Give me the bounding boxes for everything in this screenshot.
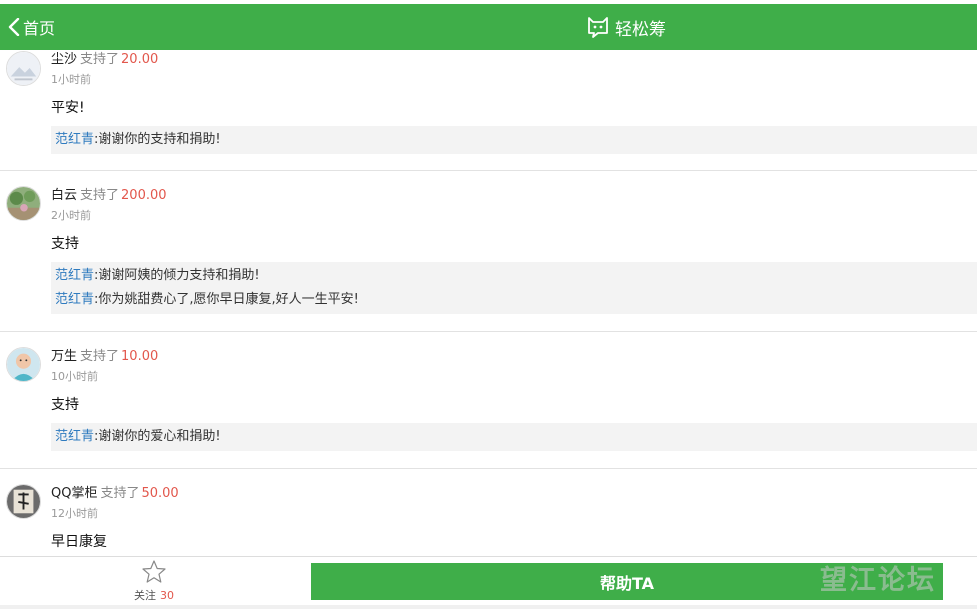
reply-author[interactable]: 范红青 bbox=[55, 268, 94, 283]
support-entry: 万生 支持了 10.00 10小时前 支持 范红青:谢谢你的爱心和捐助! bbox=[0, 332, 977, 469]
supporter-line: 万生 支持了 10.00 bbox=[51, 345, 158, 364]
support-message: 支持 bbox=[51, 236, 79, 252]
baby-avatar-image bbox=[7, 348, 40, 381]
reply-author[interactable]: 范红青 bbox=[55, 292, 94, 307]
brand-name: 轻松筹 bbox=[615, 19, 666, 40]
avatar[interactable] bbox=[6, 347, 41, 382]
support-amount: 10.00 bbox=[121, 349, 159, 364]
replies-box: 范红青:谢谢你的支持和捐助! bbox=[51, 126, 977, 154]
avatar[interactable] bbox=[6, 51, 41, 86]
follow-text: 关注 30 bbox=[122, 587, 186, 603]
support-amount: 50.00 bbox=[141, 486, 179, 501]
chevron-left-icon bbox=[8, 18, 20, 36]
support-feed[interactable]: 尘沙 支持了 20.00 1小时前 平安! 范红青:谢谢你的支持和捐助! 白云 … bbox=[0, 50, 977, 556]
follow-button[interactable]: 关注 30 bbox=[122, 559, 186, 604]
reply-text: 谢谢阿姨的倾力支持和捐助! bbox=[98, 268, 260, 283]
support-message: 支持 bbox=[51, 397, 79, 413]
supported-label: 支持了 bbox=[80, 52, 120, 67]
support-entry: 尘沙 支持了 20.00 1小时前 平安! 范红青:谢谢你的支持和捐助! bbox=[0, 50, 977, 171]
supported-label: 支持了 bbox=[80, 349, 120, 364]
support-time: 1小时前 bbox=[51, 73, 91, 86]
supporter-name[interactable]: 尘沙 bbox=[51, 52, 77, 67]
support-amount: 200.00 bbox=[121, 188, 167, 203]
top-navigation-bar: 首页 轻松筹 bbox=[0, 4, 977, 50]
reply-text: 谢谢你的支持和捐助! bbox=[98, 132, 221, 147]
reply-author[interactable]: 范红青 bbox=[55, 132, 94, 147]
supporter-name[interactable]: 白云 bbox=[51, 188, 77, 203]
replies-box: 范红青:谢谢阿姨的倾力支持和捐助! 范红青:你为姚甜费心了,愿你早日康复,好人一… bbox=[51, 262, 977, 314]
support-entry: 白云 支持了 200.00 2小时前 支持 范红青:谢谢阿姨的倾力支持和捐助! 范红… bbox=[0, 171, 977, 332]
calligraphy-avatar-image bbox=[7, 485, 40, 518]
follow-label: 关注 bbox=[134, 589, 156, 602]
avatar[interactable] bbox=[6, 484, 41, 519]
support-time: 2小时前 bbox=[51, 209, 91, 222]
garden-avatar-image bbox=[7, 187, 40, 220]
cat-logo-icon bbox=[588, 17, 608, 38]
reply-item: 范红青:谢谢你的爱心和捐助! bbox=[55, 425, 977, 449]
support-message: 平安! bbox=[51, 100, 85, 116]
supported-label: 支持了 bbox=[100, 486, 140, 501]
reply-item: 范红青:谢谢阿姨的倾力支持和捐助! bbox=[55, 264, 977, 288]
bottom-divider bbox=[0, 605, 977, 609]
follow-count: 30 bbox=[160, 589, 174, 602]
reply-author[interactable]: 范红青 bbox=[55, 429, 94, 444]
avatar[interactable] bbox=[6, 186, 41, 221]
support-amount: 20.00 bbox=[121, 52, 159, 67]
supporter-name[interactable]: QQ掌柜 bbox=[51, 486, 97, 501]
supporter-line: 白云 支持了 200.00 bbox=[51, 184, 167, 203]
support-time: 12小时前 bbox=[51, 507, 98, 520]
reply-text: 你为姚甜费心了,愿你早日康复,好人一生平安! bbox=[98, 292, 359, 307]
supporter-line: 尘沙 支持了 20.00 bbox=[51, 50, 158, 67]
supporter-line: QQ掌柜 支持了 50.00 bbox=[51, 482, 179, 501]
support-time: 10小时前 bbox=[51, 370, 98, 383]
reply-item: 范红青:谢谢你的支持和捐助! bbox=[55, 128, 977, 152]
landscape-avatar-image bbox=[7, 52, 40, 85]
support-message: 早日康复 bbox=[51, 534, 107, 550]
reply-item: 范红青:你为姚甜费心了,愿你早日康复,好人一生平安! bbox=[55, 288, 977, 312]
back-label: 首页 bbox=[23, 19, 56, 38]
bottom-action-bar: 关注 30 帮助TA bbox=[0, 556, 977, 605]
supported-label: 支持了 bbox=[80, 188, 120, 203]
brand-logo: 轻松筹 bbox=[587, 4, 666, 50]
reply-text: 谢谢你的爱心和捐助! bbox=[98, 429, 221, 444]
supporter-name[interactable]: 万生 bbox=[51, 349, 77, 364]
star-outline-icon bbox=[142, 560, 166, 583]
back-to-home-button[interactable]: 首页 bbox=[8, 4, 55, 50]
support-entry: QQ掌柜 支持了 50.00 12小时前 早日康复 bbox=[0, 469, 977, 556]
replies-box: 范红青:谢谢你的爱心和捐助! bbox=[51, 423, 977, 451]
help-ta-button[interactable]: 帮助TA bbox=[311, 563, 943, 600]
